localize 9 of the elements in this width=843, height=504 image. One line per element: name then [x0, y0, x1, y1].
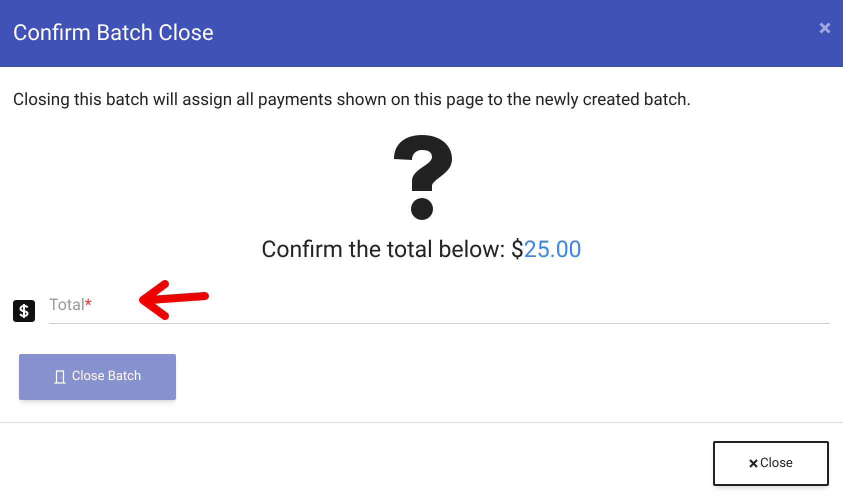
dollar-icon — [13, 300, 35, 322]
close-button[interactable]: Close — [713, 441, 829, 486]
confirm-total-text: Confirm the total below: $25.00 — [260, 234, 583, 264]
total-input-field[interactable]: Total* — [49, 293, 830, 324]
message-text: Closing this batch will assign all payments shown on this page to the newly created batch. — [13, 89, 692, 112]
close-icon — [749, 459, 758, 468]
door-icon — [54, 370, 66, 384]
close-icon[interactable] — [819, 22, 831, 34]
dialog-title: Confirm Batch Close — [13, 20, 214, 48]
